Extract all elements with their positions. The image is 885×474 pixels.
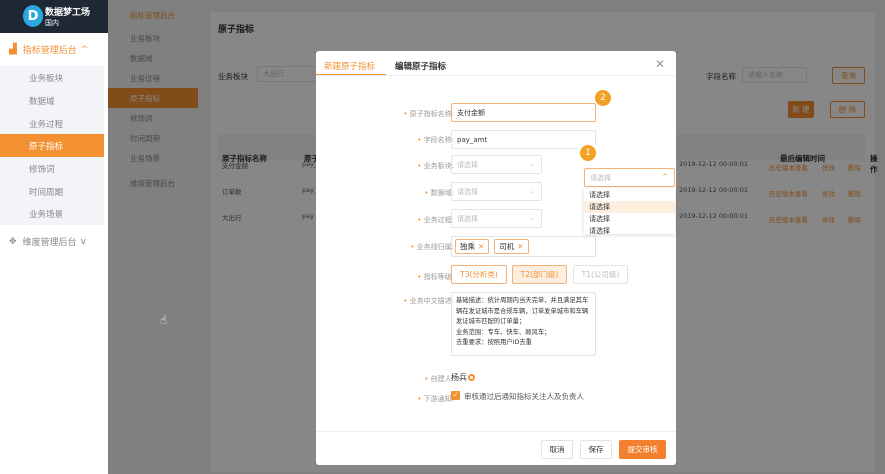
tag-chip: 司机 ✕ <box>494 239 529 254</box>
dropdown-select-open[interactable]: 请选择 ^ <box>584 168 675 187</box>
header-divider <box>316 75 676 76</box>
nav-item-scene[interactable]: 业务场景 <box>0 202 104 225</box>
creator-name: 杨兵 <box>451 373 467 382</box>
process-select[interactable]: 请选择 ⌄ <box>451 209 542 228</box>
nav-group-metrics[interactable]: ▟ 指标管理后台 ^ <box>0 33 104 66</box>
nav-item-modifier[interactable]: 修饰词 <box>0 157 104 180</box>
dropdown-option[interactable]: 请选择 <box>584 213 675 225</box>
tab-edit[interactable]: 编辑原子指标 <box>395 60 446 72</box>
remove-tag-icon[interactable]: ✕ <box>478 242 484 251</box>
description-textarea[interactable]: 基础描述：统计周期内当天完单，并且满足其车 辆在发证城市是合规车辆，订单发单城市… <box>451 292 596 356</box>
save-button[interactable]: 保存 <box>580 440 612 459</box>
app-name: 数据梦工场 <box>45 8 91 18</box>
cancel-button[interactable]: 取消 <box>541 440 573 459</box>
label-name: 原子指标名称: <box>316 109 454 119</box>
label-domain: 数据域: <box>316 188 454 198</box>
nav-group-dimension[interactable]: ✥ 维度管理后台 v <box>0 225 104 258</box>
nav-item-biz[interactable]: 业务板块 <box>0 66 104 89</box>
chevron-down-icon: v <box>80 236 86 247</box>
level-t2[interactable]: T2(部门级) <box>512 265 567 284</box>
remove-tag-icon[interactable]: ✕ <box>517 242 523 251</box>
chevron-down-icon: ⌄ <box>529 187 535 195</box>
creator-icon <box>468 374 475 381</box>
app-header: D 数据梦工场 国内 <box>0 0 108 33</box>
label-line: 业务线归属: <box>316 242 454 252</box>
dropdown-option[interactable]: 请选择 <box>584 201 675 213</box>
create-atomic-metric-dialog: 新建原子指标 编辑原子指标 ✕ 2 原子指标名称: 支付金额 字段名称: pay… <box>316 51 676 465</box>
notify-checkbox[interactable]: ✓ <box>451 391 460 400</box>
nav-item-process[interactable]: 业务过程 <box>0 112 104 135</box>
tab-new[interactable]: 新建原子指标 <box>324 60 375 72</box>
line-tag-input[interactable]: 独乘 ✕ 司机 ✕ <box>451 236 596 257</box>
label-creator: 创建人: <box>316 374 454 384</box>
step-badge-1: 1 <box>580 145 596 161</box>
dimension-icon: ✥ <box>9 236 17 247</box>
chevron-up-icon: ^ <box>80 44 89 55</box>
label-level: 指标等级: <box>316 272 454 282</box>
domain-select[interactable]: 请选择 ⌄ <box>451 182 542 201</box>
nav-item-domain[interactable]: 数据域 <box>0 89 104 112</box>
app-region: 国内 <box>45 19 59 27</box>
tag-chip: 独乘 ✕ <box>455 239 490 254</box>
dropdown-option[interactable]: 请选择 <box>584 225 675 234</box>
label-biz: 业务板块: <box>316 161 454 171</box>
notify-text: 审核通过后通知指标关注人及负责人 <box>464 392 584 401</box>
chevron-down-icon: ⌄ <box>529 160 535 168</box>
chevron-down-icon: ⌄ <box>529 214 535 222</box>
label-desc: 业务中文描述: <box>316 296 454 306</box>
chevron-up-icon: ^ <box>662 173 668 181</box>
footer-divider <box>316 431 676 432</box>
hand-cursor-icon: ☝ <box>160 313 168 327</box>
close-icon[interactable]: ✕ <box>655 57 665 71</box>
sidebar: D 数据梦工场 国内 ▟ 指标管理后台 ^ 业务板块 数据域 业务过程 原子指标 … <box>0 0 167 474</box>
biz-select[interactable]: 请选择 ⌄ <box>451 155 542 174</box>
dropdown-option[interactable]: 请选择 <box>584 189 675 201</box>
nav-item-atomic[interactable]: 原子指标 <box>0 134 104 157</box>
name-input[interactable]: 支付金额 <box>451 103 596 122</box>
dropdown-menu: 请选择 请选择 请选择 请选择 <box>584 188 675 234</box>
label-notify: 下游通知: <box>316 394 454 404</box>
level-t1[interactable]: T1(公司级) <box>573 265 628 284</box>
nav-item-period[interactable]: 时间周期 <box>0 180 104 203</box>
submit-review-button[interactable]: 提交审核 <box>619 440 666 459</box>
step-badge-2: 2 <box>595 90 611 106</box>
logo-icon: D <box>23 5 43 27</box>
label-process: 业务过程: <box>316 215 454 225</box>
level-t3[interactable]: T3(分析类) <box>451 265 507 284</box>
field-input[interactable]: pay_amt <box>451 130 596 149</box>
label-field: 字段名称: <box>316 135 454 145</box>
chart-icon: ▟ <box>9 44 17 55</box>
